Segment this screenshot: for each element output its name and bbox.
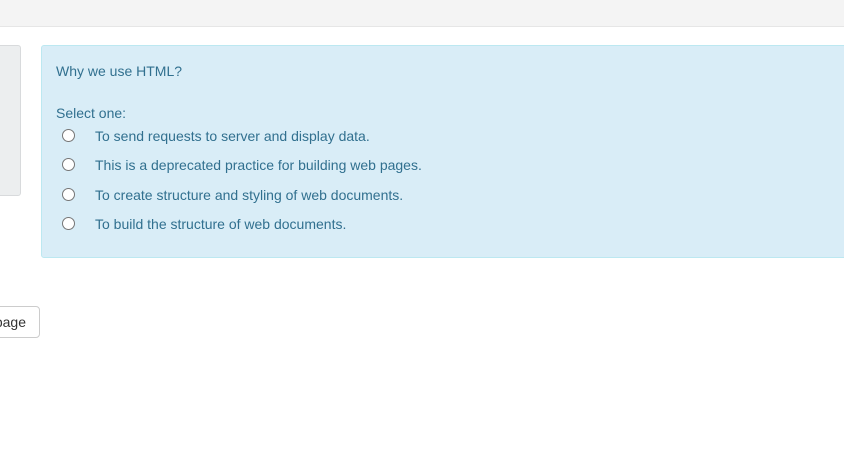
answer-label-2[interactable]: This is a deprecated practice for buildi… bbox=[95, 157, 422, 173]
radio-button-answer-1[interactable] bbox=[62, 129, 75, 142]
top-bar bbox=[0, 0, 844, 27]
radio-button-answer-4[interactable] bbox=[62, 216, 75, 230]
answer-label-4[interactable]: To build the structure of web documents. bbox=[95, 216, 346, 232]
select-one-prompt: Select one: bbox=[56, 105, 127, 121]
page-navigation-button[interactable]: page bbox=[0, 306, 40, 338]
radio-button-answer-2[interactable] bbox=[62, 158, 75, 172]
question-box: Why we use HTML? Select one: To send req… bbox=[41, 45, 844, 258]
answer-label-3[interactable]: To create structure and styling of web d… bbox=[95, 187, 403, 203]
question-info-panel bbox=[0, 45, 21, 196]
radio-button-answer-3[interactable] bbox=[62, 187, 75, 201]
answer-label-1[interactable]: To send requests to server and display d… bbox=[95, 128, 370, 144]
question-text: Why we use HTML? bbox=[56, 63, 183, 79]
